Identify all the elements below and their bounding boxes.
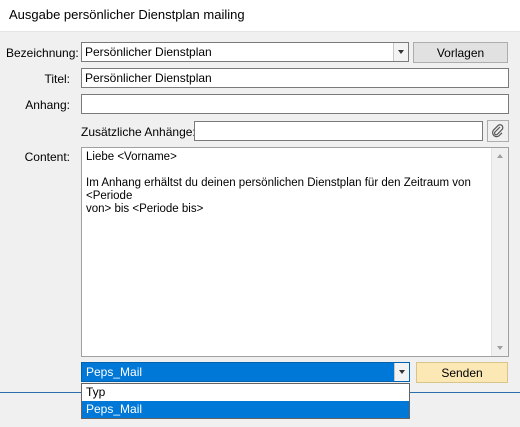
divider-right (410, 392, 520, 393)
content-textarea[interactable]: Liebe <Vorname> Im Anhang erhältst du de… (81, 147, 509, 357)
divider-left (0, 392, 81, 393)
content-scrollbar[interactable] (491, 148, 508, 356)
titel-input[interactable]: Persönlicher Dienstplan (81, 68, 509, 88)
chevron-down-icon[interactable] (394, 363, 409, 381)
mail-type-dropdown: Typ Peps_Mail (81, 383, 410, 419)
mail-type-value: Peps_Mail (86, 365, 143, 379)
attach-button[interactable] (487, 120, 509, 142)
vorlagen-button[interactable]: Vorlagen (413, 42, 508, 63)
scroll-up-icon[interactable] (492, 148, 508, 164)
anhang-input[interactable] (81, 94, 509, 114)
zusatz-label: Zusätzliche Anhänge: (81, 125, 196, 139)
send-button[interactable]: Senden (416, 362, 508, 383)
titel-label: Titel: (44, 72, 70, 86)
mail-type-combo[interactable]: Peps_Mail (81, 362, 410, 382)
paperclip-icon (492, 124, 504, 138)
zusatz-input[interactable] (194, 121, 483, 141)
content-label: Content: (24, 150, 70, 164)
scroll-down-icon[interactable] (492, 340, 508, 356)
title-bar: Ausgabe persönlicher Dienstplan mailing (0, 0, 520, 32)
window-title: Ausgabe persönlicher Dienstplan mailing (9, 7, 245, 22)
anhang-label: Anhang: (25, 98, 70, 112)
chevron-down-icon[interactable] (393, 43, 408, 61)
bezeichnung-label: Bezeichnung: (6, 46, 79, 60)
content-text: Liebe <Vorname> Im Anhang erhältst du de… (86, 151, 471, 215)
bezeichnung-combo[interactable]: Persönlicher Dienstplan (81, 42, 409, 62)
dropdown-option-typ[interactable]: Typ (82, 384, 409, 401)
bezeichnung-value: Persönlicher Dienstplan (85, 45, 212, 59)
dropdown-option-peps-mail[interactable]: Peps_Mail (82, 401, 409, 418)
